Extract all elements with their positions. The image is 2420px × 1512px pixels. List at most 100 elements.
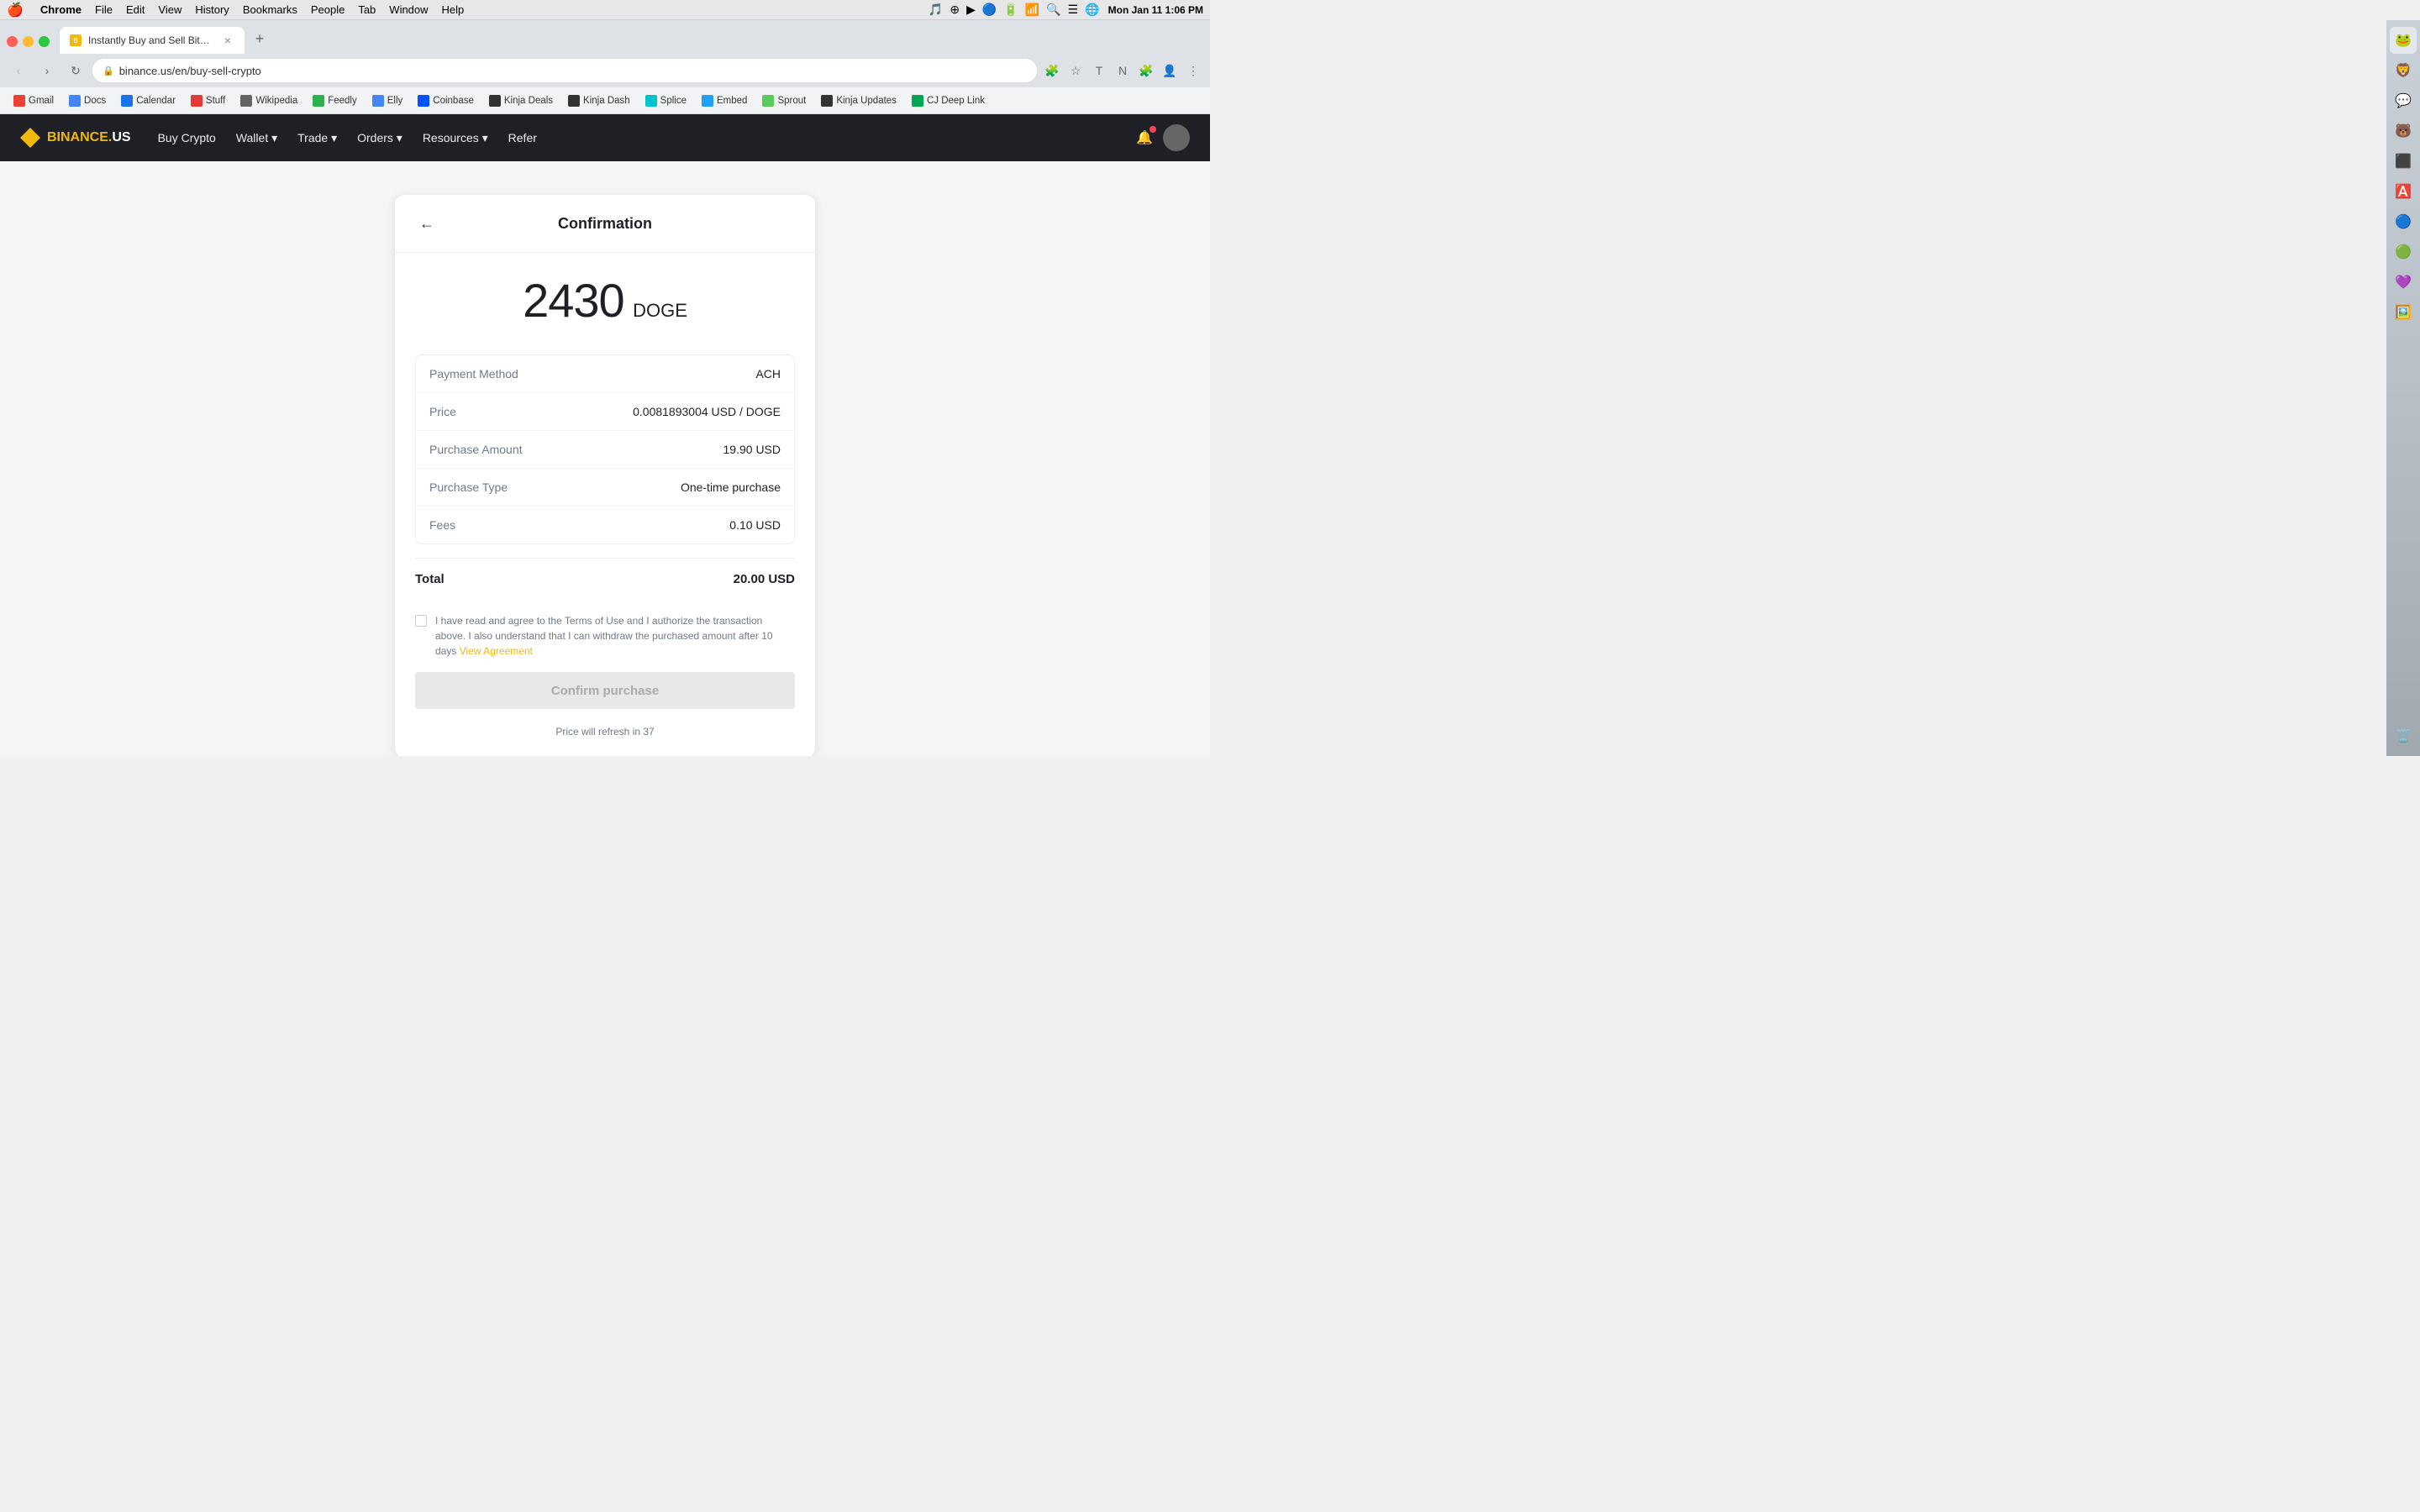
menubar-help[interactable]: Help [442, 3, 465, 16]
menubar-window[interactable]: Window [389, 3, 428, 16]
bookmark-gmail-label: Gmail [29, 96, 54, 106]
extensions-icon[interactable]: 🧩 [1042, 60, 1062, 81]
bookmark-stuff-icon [191, 95, 203, 107]
bookmark-gmail[interactable]: Gmail [7, 92, 60, 109]
bookmark-splice-icon [645, 95, 657, 107]
binance-nav-items: Buy Crypto Wallet ▾ Trade ▾ Orders ▾ Res… [158, 131, 1110, 145]
nav-refer[interactable]: Refer [508, 131, 537, 144]
main-content: ← Confirmation 2430 DOGE Payment Method [0, 161, 1210, 756]
bookmark-calendar[interactable]: Calendar [114, 92, 182, 109]
bookmark-gmail-icon [13, 95, 25, 107]
sidebar-brave-icon[interactable]: 🦁 [2390, 57, 2417, 84]
bookmark-splice[interactable]: Splice [639, 92, 693, 109]
bookmark-elly[interactable]: Elly [366, 92, 410, 109]
sidebar-launchpad-icon[interactable]: ⬛ [2390, 148, 2417, 175]
browser-tab-active[interactable]: B Instantly Buy and Sell Bitcoin, × [60, 27, 245, 54]
sidebar-appstore-icon[interactable]: 🅰️ [2390, 178, 2417, 205]
sidebar-chrome-icon[interactable]: 🔵 [2390, 208, 2417, 235]
logo-binance: BINANCE [47, 130, 108, 144]
detail-price: Price 0.0081893004 USD / DOGE [416, 393, 794, 431]
notifications-bell-icon[interactable]: 🔔 [1136, 129, 1153, 146]
menubar-history[interactable]: History [195, 3, 229, 16]
bookmark-kinja-updates[interactable]: Kinja Updates [814, 92, 903, 109]
detail-payment-method: Payment Method ACH [416, 355, 794, 393]
menubar-chrome[interactable]: Chrome [40, 3, 82, 16]
user-avatar[interactable] [1163, 124, 1190, 151]
agreement-checkbox[interactable] [415, 615, 427, 627]
amount-number: 2430 [523, 274, 624, 327]
nav-trade[interactable]: Trade ▾ [297, 131, 337, 145]
profile-icon[interactable]: T [1089, 60, 1109, 81]
nav-wallet[interactable]: Wallet ▾ [236, 131, 277, 145]
bookmark-sprout[interactable]: Sprout [755, 92, 813, 109]
forward-button[interactable]: › [35, 59, 59, 82]
apple-menu[interactable]: 🍎 [7, 2, 24, 18]
bookmark-feedly[interactable]: Feedly [306, 92, 364, 109]
bookmark-wikipedia[interactable]: Wikipedia [234, 92, 304, 109]
bookmark-kinja-deals[interactable]: Kinja Deals [482, 92, 560, 109]
bookmark-docs[interactable]: Docs [62, 92, 113, 109]
bookmark-stuff[interactable]: Stuff [184, 92, 232, 109]
address-actions: 🧩 ☆ T N 🧩 👤 ⋮ [1042, 60, 1203, 81]
bookmark-kinja-dash[interactable]: Kinja Dash [561, 92, 637, 109]
window-close-button[interactable] [7, 36, 18, 47]
menubar-edit[interactable]: Edit [126, 3, 145, 16]
bookmark-star-icon[interactable]: ☆ [1065, 60, 1086, 81]
notification-badge [1150, 126, 1156, 133]
sidebar-discord-icon[interactable]: 💜 [2390, 269, 2417, 296]
nav-resources[interactable]: Resources ▾ [423, 131, 488, 145]
tab-close-button[interactable]: × [221, 34, 234, 47]
bookmark-embed[interactable]: Embed [695, 92, 754, 109]
bookmark-kinja-dash-icon [568, 95, 580, 107]
card-body: 2430 DOGE Payment Method ACH Price 0.008… [395, 253, 815, 756]
sidebar-trash-icon[interactable]: 🗑️ [2390, 722, 2417, 749]
sync-icon[interactable]: N [1113, 60, 1133, 81]
menubar-file[interactable]: File [95, 3, 113, 16]
back-button[interactable]: ← [415, 212, 439, 235]
nav-buy-crypto[interactable]: Buy Crypto [158, 131, 216, 144]
sidebar-spotify-icon[interactable]: 🟢 [2390, 239, 2417, 265]
sidebar-slack-icon[interactable]: 💬 [2390, 87, 2417, 114]
agreement-section: I have read and agree to the Terms of Us… [415, 613, 795, 659]
bookmark-feedly-icon [313, 95, 324, 107]
puzzle-icon[interactable]: 🧩 [1136, 60, 1156, 81]
window-maximize-button[interactable] [39, 36, 50, 47]
sidebar-bear-icon[interactable]: 🐻 [2390, 118, 2417, 144]
menubar-time: Mon Jan 11 1:06 PM [1108, 4, 1203, 16]
bookmark-stuff-label: Stuff [206, 96, 225, 106]
new-tab-button[interactable]: + [248, 27, 271, 50]
bookmark-coinbase-icon [418, 95, 429, 107]
avatar-icon[interactable]: 👤 [1160, 60, 1180, 81]
bookmark-cj-deep-link[interactable]: CJ Deep Link [905, 92, 992, 109]
confirm-purchase-button[interactable]: Confirm purchase [415, 672, 795, 709]
total-row: Total 20.00 USD [415, 558, 795, 600]
bookmark-wikipedia-label: Wikipedia [255, 96, 297, 106]
window-controls [7, 36, 50, 47]
detail-fees: Fees 0.10 USD [416, 507, 794, 543]
sidebar-finder-icon[interactable]: 🐸 [2390, 27, 2417, 54]
menubar-bookmarks[interactable]: Bookmarks [243, 3, 297, 16]
sidebar-photo-icon[interactable]: 🖼️ [2390, 299, 2417, 326]
macos-menubar: 🍎 Chrome File Edit View History Bookmark… [0, 0, 1210, 20]
reload-button[interactable]: ↻ [64, 59, 87, 82]
purchase-details: Payment Method ACH Price 0.0081893004 US… [415, 354, 795, 544]
menu-dots-icon[interactable]: ⋮ [1183, 60, 1203, 81]
binance-logo[interactable]: BINANCE.US [20, 128, 131, 148]
tab-bar: B Instantly Buy and Sell Bitcoin, × + [0, 20, 1210, 54]
back-button[interactable]: ‹ [7, 59, 30, 82]
menubar-tab[interactable]: Tab [358, 3, 376, 16]
bookmarks-bar: Gmail Docs Calendar Stuff Wikipedia Feed… [0, 87, 1210, 114]
window-minimize-button[interactable] [23, 36, 34, 47]
tab-favicon: B [70, 34, 82, 46]
bookmark-coinbase[interactable]: Coinbase [411, 92, 481, 109]
nav-orders[interactable]: Orders ▾ [357, 131, 402, 145]
url-bar[interactable]: 🔒 binance.us/en/buy-sell-crypto [92, 59, 1037, 82]
tab-title: Instantly Buy and Sell Bitcoin, [88, 34, 214, 46]
bookmark-cj-label: CJ Deep Link [927, 96, 985, 106]
menubar-view[interactable]: View [158, 3, 182, 16]
view-agreement-link[interactable]: View Agreement [460, 645, 533, 657]
detail-value-purchase-amount: 19.90 USD [723, 443, 781, 456]
menubar-people[interactable]: People [311, 3, 345, 16]
bookmark-elly-label: Elly [387, 96, 403, 106]
detail-purchase-type: Purchase Type One-time purchase [416, 469, 794, 507]
